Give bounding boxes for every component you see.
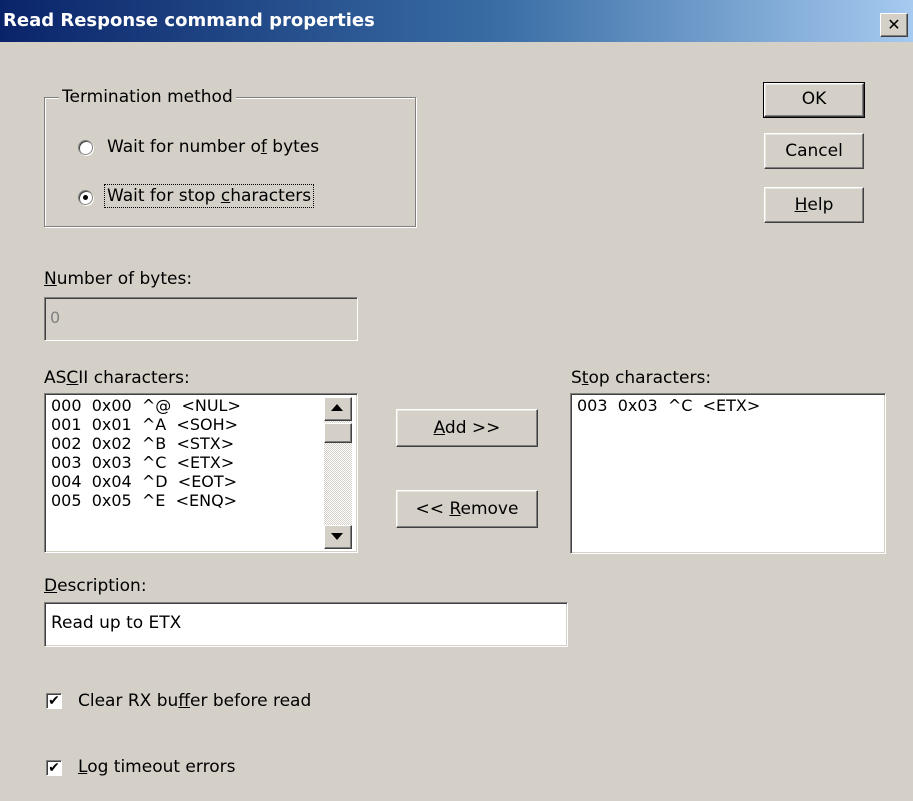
scroll-up-button[interactable] (324, 397, 352, 421)
stop-characters-label: Stop characters: (571, 368, 712, 388)
termination-method-group (44, 97, 416, 227)
stop-characters-list[interactable]: 003 0x03 ^C <ETX> (570, 393, 886, 554)
close-button[interactable]: ✕ (880, 13, 908, 37)
description-value: Read up to ETX (51, 613, 182, 633)
list-item[interactable]: 004 0x04 ^D <EOT> (51, 473, 237, 491)
list-item[interactable]: 005 0x05 ^E <ENQ> (51, 492, 237, 510)
radio-wait-bytes[interactable] (78, 140, 93, 155)
cancel-button-label: Cancel (785, 141, 843, 161)
ascii-list-rows: 000 0x00 ^@ <NUL> 001 0x01 ^A <SOH> 002 … (45, 394, 323, 550)
remove-button-label: << Remove (415, 499, 519, 519)
ascii-characters-list[interactable]: 000 0x00 ^@ <NUL> 001 0x01 ^A <SOH> 002 … (44, 393, 358, 553)
radio-wait-bytes-label[interactable]: Wait for number of bytes (107, 136, 319, 158)
list-item[interactable]: 003 0x03 ^C <ETX> (51, 454, 234, 472)
log-timeout-checkbox[interactable]: ✔ (46, 760, 62, 776)
radio-wait-stop-chars-label[interactable]: Wait for stop characters (103, 184, 315, 208)
radio-selected-dot (83, 195, 88, 200)
check-icon: ✔ (48, 760, 60, 776)
description-input[interactable]: Read up to ETX (44, 602, 568, 647)
clear-rx-label[interactable]: Clear RX buffer before read (78, 690, 311, 712)
scroll-down-arrow-icon (331, 533, 343, 540)
radio-wait-stop-chars[interactable] (78, 190, 93, 205)
log-timeout-label[interactable]: Log timeout errors (78, 756, 235, 778)
cancel-button[interactable]: Cancel (764, 133, 864, 169)
scroll-up-arrow-icon (331, 404, 343, 411)
list-item[interactable]: 003 0x03 ^C <ETX> (577, 397, 760, 415)
title-bar: Read Response command properties ✕ (0, 0, 913, 42)
list-item[interactable]: 000 0x00 ^@ <NUL> (51, 397, 241, 415)
scroll-down-button[interactable] (324, 525, 352, 549)
help-button[interactable]: Help (764, 187, 864, 223)
number-of-bytes-label: Number of bytes: (44, 269, 193, 289)
ok-button-label: OK (801, 89, 827, 109)
close-icon: ✕ (887, 15, 901, 34)
number-of-bytes-field[interactable]: 0 (44, 297, 358, 341)
add-button-label: Add >> (433, 418, 501, 438)
dialog-title: Read Response command properties (3, 10, 375, 31)
check-icon: ✔ (48, 693, 60, 709)
termination-method-legend: Termination method (59, 86, 236, 108)
description-label: Description: (44, 576, 147, 596)
scroll-thumb[interactable] (324, 423, 352, 443)
remove-button[interactable]: << Remove (396, 490, 538, 528)
list-item[interactable]: 002 0x02 ^B <STX> (51, 435, 234, 453)
help-button-label: Help (794, 195, 834, 215)
clear-rx-checkbox[interactable]: ✔ (46, 693, 62, 709)
add-button[interactable]: Add >> (396, 409, 538, 447)
list-item[interactable]: 001 0x01 ^A <SOH> (51, 416, 238, 434)
ok-button[interactable]: OK (763, 82, 865, 118)
number-of-bytes-value: 0 (50, 308, 61, 327)
ascii-characters-label: ASCII characters: (44, 368, 190, 388)
